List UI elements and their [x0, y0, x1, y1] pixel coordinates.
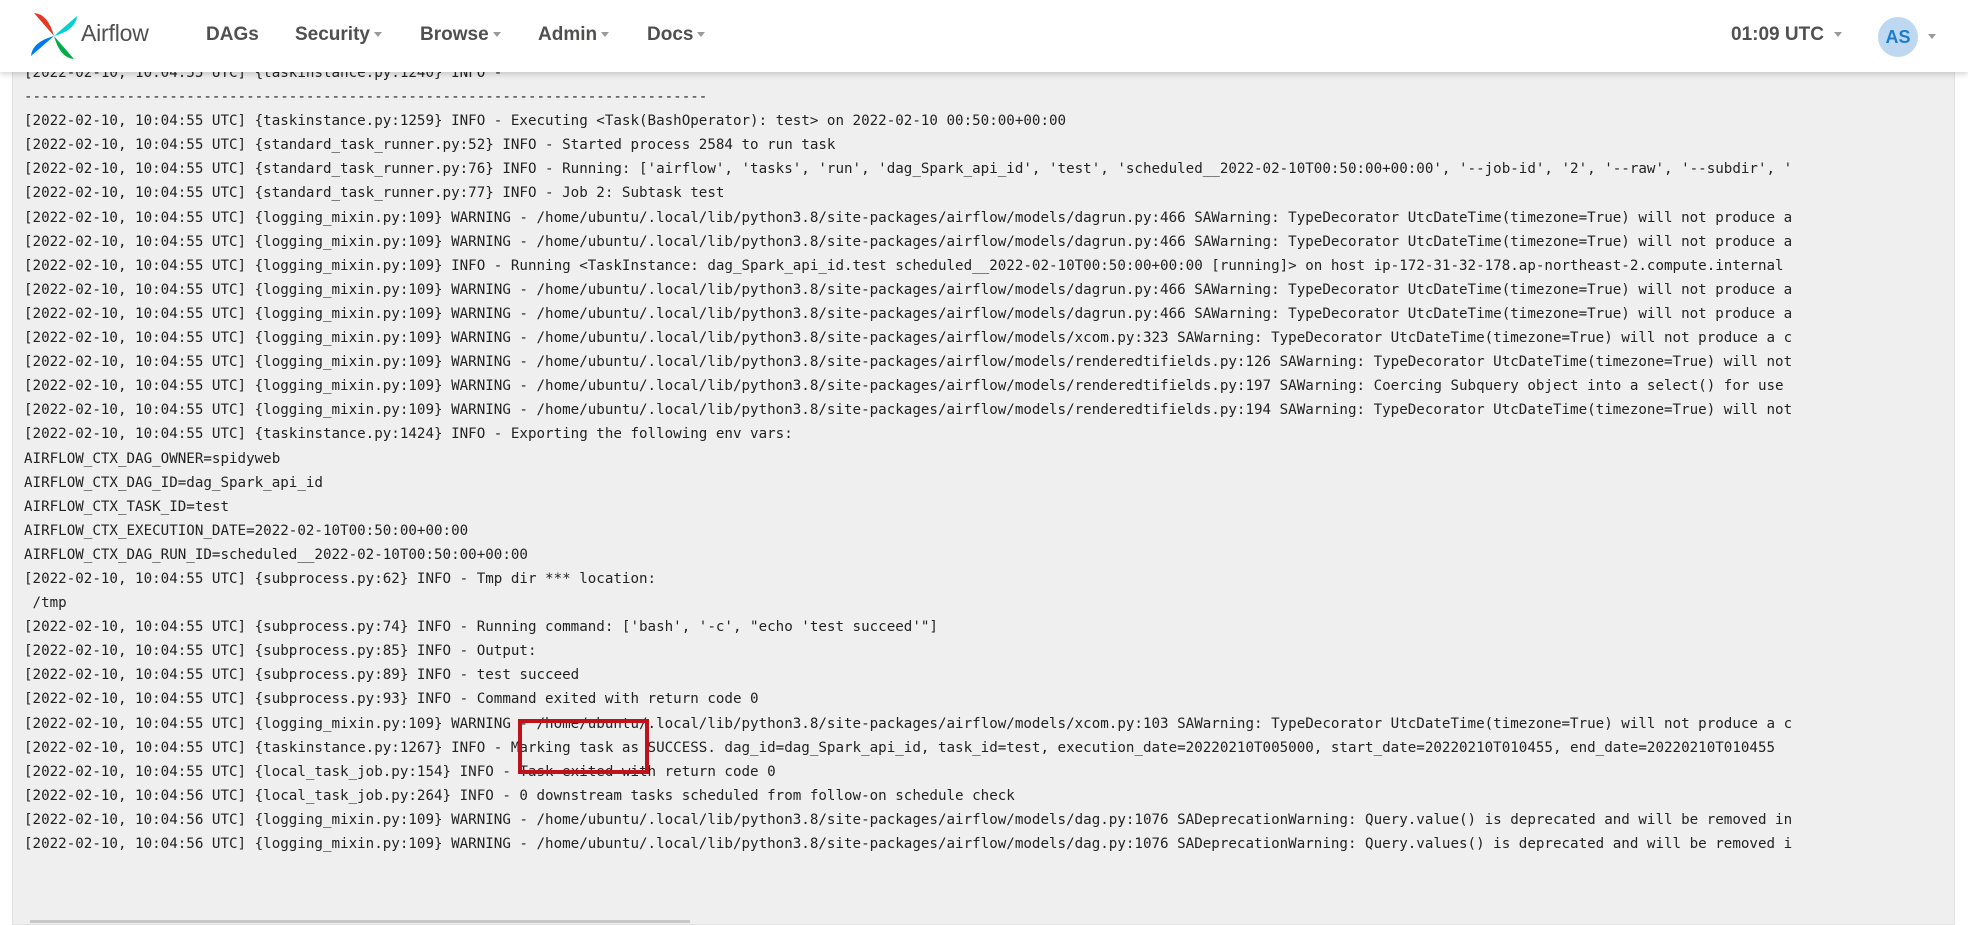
user-avatar[interactable]: AS — [1878, 17, 1918, 57]
nav-admin[interactable]: Admin — [538, 24, 610, 46]
log-line: [2022-02-10, 10:04:55 UTC] {subprocess.p… — [24, 570, 657, 587]
log-line: [2022-02-10, 10:04:55 UTC] {standard_tas… — [24, 137, 836, 154]
airflow-logo-icon[interactable] — [28, 10, 80, 62]
log-line: [2022-02-10, 10:04:56 UTC] {logging_mixi… — [24, 836, 1793, 852]
nav-dags-label: DAGs — [206, 24, 259, 45]
log-line: ----------------------------------------… — [24, 89, 708, 106]
log-line: [2022-02-10, 10:04:55 UTC] {logging_mixi… — [24, 378, 1784, 395]
utc-clock-label: 01:09 UTC — [1731, 24, 1824, 45]
log-line: AIRFLOW_CTX_EXECUTION_DATE=2022-02-10T00… — [24, 522, 469, 539]
log-line: [2022-02-10, 10:04:55 UTC] {standard_tas… — [24, 161, 1793, 178]
log-lines: [2022-02-10, 10:04:55 UTC] {taskinstance… — [24, 61, 1792, 856]
chevron-down-icon[interactable] — [1928, 34, 1936, 39]
log-panel[interactable]: [2022-02-10, 10:04:55 UTC] {taskinstance… — [12, 60, 1955, 925]
nav-browse-label: Browse — [420, 24, 489, 45]
utc-clock-dropdown[interactable]: 01:09 UTC — [1731, 24, 1842, 46]
chevron-down-icon — [373, 32, 382, 38]
log-line: [2022-02-10, 10:04:55 UTC] {subprocess.p… — [24, 691, 759, 708]
log-line: [2022-02-10, 10:04:55 UTC] {logging_mixi… — [24, 330, 1793, 347]
log-line: [2022-02-10, 10:04:55 UTC] {logging_mixi… — [24, 209, 1793, 226]
log-line: [2022-02-10, 10:04:55 UTC] {logging_mixi… — [24, 281, 1793, 298]
log-line: [2022-02-10, 10:04:55 UTC] {subprocess.p… — [24, 643, 537, 660]
nav-docs-label: Docs — [647, 24, 694, 45]
log-line: /tmp — [24, 595, 67, 612]
log-line: [2022-02-10, 10:04:55 UTC] {taskinstance… — [24, 739, 1776, 756]
nav-docs[interactable]: Docs — [647, 24, 706, 46]
chevron-down-icon — [492, 32, 501, 38]
log-line: AIRFLOW_CTX_DAG_ID=dag_Spark_api_id — [24, 474, 323, 491]
log-line: [2022-02-10, 10:04:55 UTC] {logging_mixi… — [24, 715, 1793, 732]
output-highlight-box — [518, 719, 649, 774]
log-line: [2022-02-10, 10:04:55 UTC] {local_task_j… — [24, 763, 776, 780]
log-line: [2022-02-10, 10:04:55 UTC] {subprocess.p… — [24, 619, 938, 636]
top-navbar: Airflow DAGs Security Browse Admin Docs … — [0, 0, 1968, 72]
nav-dags[interactable]: DAGs — [206, 24, 259, 46]
brand-name[interactable]: Airflow — [81, 20, 149, 47]
log-line: [2022-02-10, 10:04:55 UTC] {standard_tas… — [24, 185, 725, 202]
log-line: AIRFLOW_CTX_DAG_RUN_ID=scheduled__2022-0… — [24, 546, 528, 563]
chevron-down-icon — [601, 32, 610, 38]
log-line: AIRFLOW_CTX_TASK_ID=test — [24, 498, 229, 515]
nav-browse[interactable]: Browse — [420, 24, 501, 46]
nav-security[interactable]: Security — [295, 24, 382, 46]
log-line: [2022-02-10, 10:04:56 UTC] {local_task_j… — [24, 787, 1015, 804]
log-line: AIRFLOW_CTX_DAG_OWNER=spidyweb — [24, 450, 281, 467]
log-line: [2022-02-10, 10:04:55 UTC] {logging_mixi… — [24, 233, 1793, 250]
log-line: [2022-02-10, 10:04:55 UTC] {logging_mixi… — [24, 257, 1784, 274]
log-line: [2022-02-10, 10:04:55 UTC] {subprocess.p… — [24, 667, 580, 684]
nav-admin-label: Admin — [538, 24, 598, 45]
chevron-down-icon — [697, 32, 706, 38]
nav-security-label: Security — [295, 24, 370, 45]
chevron-down-icon — [1833, 32, 1842, 38]
log-line: [2022-02-10, 10:04:55 UTC] {logging_mixi… — [24, 305, 1793, 322]
log-line: [2022-02-10, 10:04:55 UTC] {taskinstance… — [24, 426, 793, 443]
log-line: [2022-02-10, 10:04:55 UTC] {taskinstance… — [24, 113, 1067, 130]
log-line: [2022-02-10, 10:04:56 UTC] {logging_mixi… — [24, 811, 1793, 828]
log-line: [2022-02-10, 10:04:55 UTC] {logging_mixi… — [24, 354, 1793, 371]
log-line: [2022-02-10, 10:04:55 UTC] {logging_mixi… — [24, 402, 1793, 419]
